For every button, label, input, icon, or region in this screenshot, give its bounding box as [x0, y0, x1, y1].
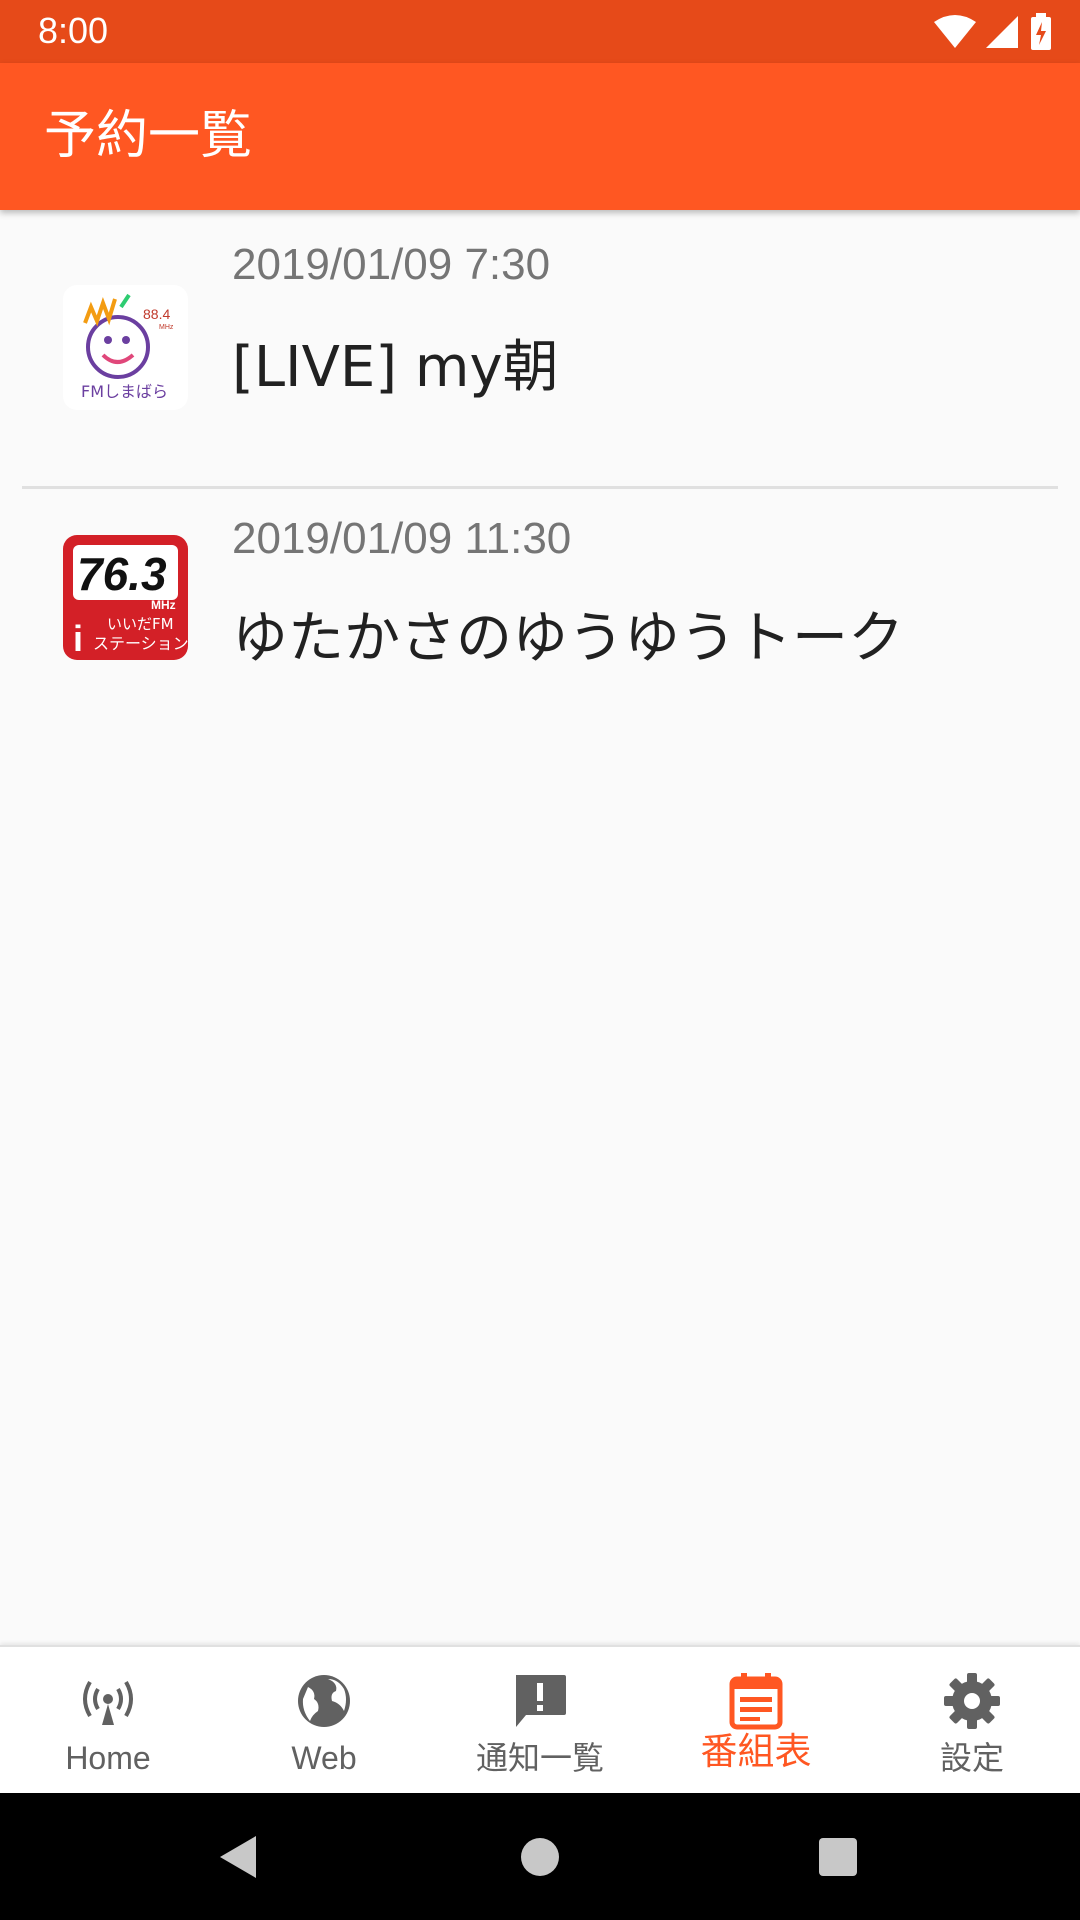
cellular-signal-icon [986, 16, 1018, 48]
back-icon[interactable] [216, 1834, 260, 1880]
svg-text:FMしまばら: FMしまばら [81, 382, 168, 401]
alert-message-icon [516, 1675, 566, 1727]
nav-label-home: Home [65, 1740, 151, 1776]
calendar-icon [729, 1673, 783, 1730]
nav-label-notifications: 通知一覧 [475, 1740, 604, 1776]
wifi-icon [934, 15, 976, 48]
nav-item-program-guide[interactable]: 番組表 [648, 1647, 864, 1795]
nav-label-web: Web [291, 1740, 357, 1776]
list-item[interactable]: 88.4 MHz FMしまばら 2019/01/09 7:30 [LIVE] m… [0, 210, 1080, 487]
reservation-title: ゆたかさのゆうゆうトーク [232, 606, 904, 671]
status-time: 8:00 [38, 10, 109, 51]
bottom-navigation: Home Web 通知一覧 番組表 設定 [0, 1645, 1080, 1795]
nav-label-program-guide: 番組表 [700, 1731, 812, 1772]
station-logo-iida: 76.3 MHz i いいだFM ステーション [63, 535, 188, 660]
reservation-date: 2019/01/09 11:30 [232, 514, 572, 563]
recents-icon[interactable] [818, 1837, 858, 1877]
svg-text:MHz: MHz [151, 598, 176, 612]
radio-tower-icon [83, 1680, 133, 1725]
battery-icon [1031, 13, 1051, 50]
nav-label-settings: 設定 [939, 1740, 1004, 1776]
svg-text:76.3: 76.3 [77, 548, 167, 600]
svg-text:88.4: 88.4 [143, 306, 170, 322]
app-bar: 予約一覧 [0, 63, 1080, 210]
home-icon[interactable] [520, 1837, 560, 1877]
nav-item-web[interactable]: Web [216, 1647, 432, 1795]
reservation-date: 2019/01/09 7:30 [232, 240, 551, 289]
page-title: 予約一覧 [44, 106, 253, 166]
reservation-list: 88.4 MHz FMしまばら 2019/01/09 7:30 [LIVE] m… [0, 210, 1080, 764]
gear-icon [944, 1673, 1000, 1729]
list-item[interactable]: 76.3 MHz i いいだFM ステーション 2019/01/09 11:30… [0, 487, 1080, 764]
svg-text:ステーション: ステーション [93, 634, 188, 653]
station-logo-shimabara: 88.4 MHz FMしまばら [63, 285, 188, 410]
nav-item-settings[interactable]: 設定 [864, 1647, 1080, 1795]
status-bar: 8:00 [0, 0, 1080, 63]
nav-item-home[interactable]: Home [0, 1647, 216, 1795]
globe-icon [298, 1675, 350, 1727]
svg-text:MHz: MHz [159, 324, 174, 331]
reservation-title: [LIVE] my朝 [232, 335, 559, 400]
svg-text:いいだFM: いいだFM [107, 615, 174, 633]
status-icons [934, 12, 1052, 52]
nav-item-notifications[interactable]: 通知一覧 [432, 1647, 648, 1795]
system-navigation-bar [0, 1793, 1080, 1920]
svg-text:i: i [73, 618, 83, 659]
